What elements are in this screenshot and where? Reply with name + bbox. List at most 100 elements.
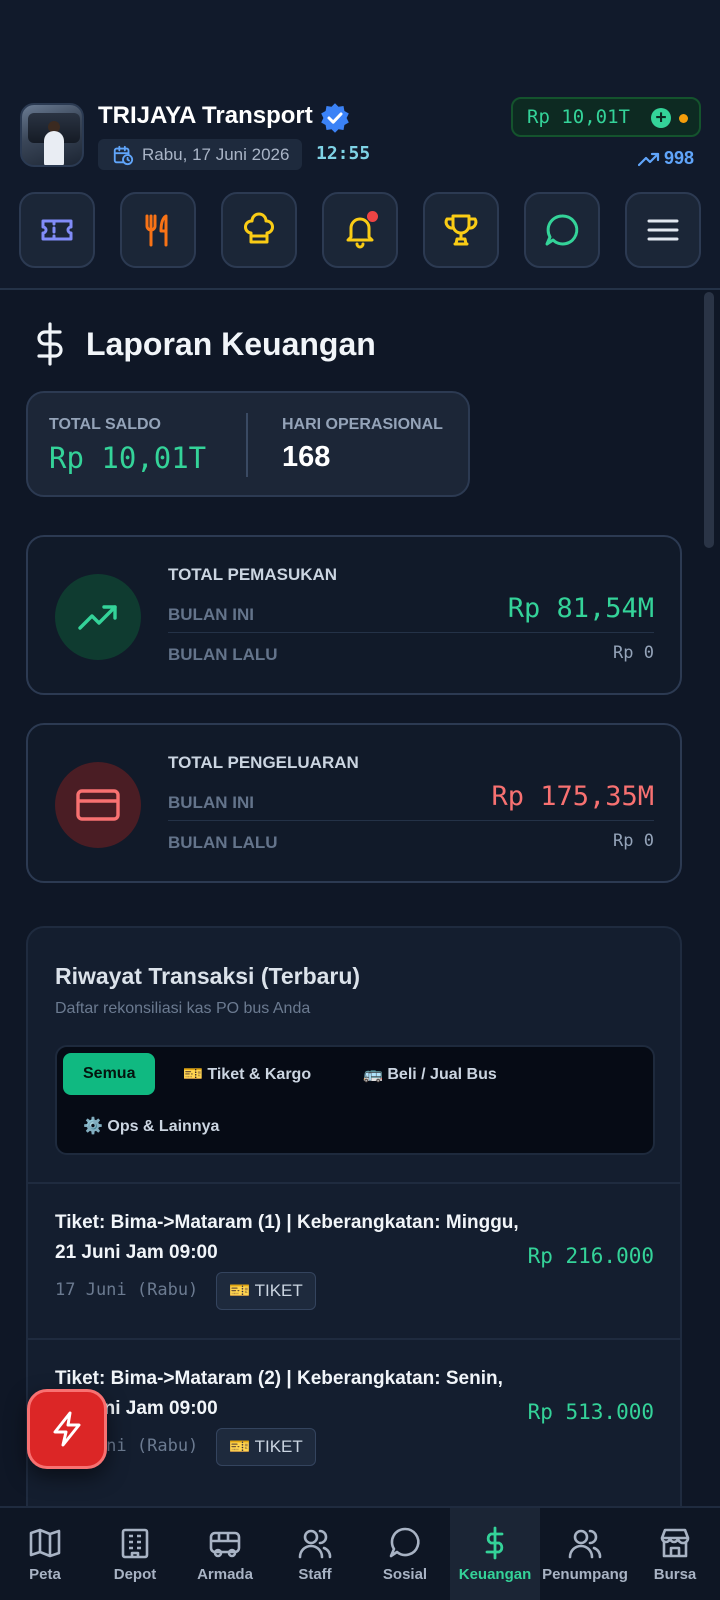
summary-card: TOTAL SALDO Rp 10,01T HARI OPERASIONAL 1… [26, 391, 470, 497]
transactions-title: Riwayat Transaksi (Terbaru) [55, 963, 361, 989]
hari-operasional-value: 168 [282, 441, 331, 473]
chat-icon [545, 214, 579, 246]
expense-icon-circle [55, 762, 141, 848]
expense-this-month-value: Rp 175,35M [491, 781, 654, 812]
transaction-badge: 🎫 TIKET [216, 1272, 316, 1310]
filter-buy-sell-bus[interactable]: 🚌 Beli / Jual Bus [363, 1053, 497, 1095]
verified-badge-icon [321, 103, 349, 133]
income-icon-circle [55, 574, 141, 660]
page-title: Laporan Keuangan [32, 322, 376, 366]
nav-depot[interactable]: Depot [90, 1508, 180, 1600]
scrollbar[interactable] [704, 292, 714, 548]
company-name: TRIJAYA Transport [98, 102, 313, 129]
hari-operasional-label: HARI OPERASIONAL [282, 416, 443, 433]
nav-label: Armada [197, 1566, 253, 1583]
main-content: Laporan Keuangan TOTAL SALDO Rp 10,01T H… [0, 292, 720, 1506]
income-this-month-value: Rp 81,54M [507, 593, 654, 624]
menu-icon [647, 219, 679, 241]
transaction-amount: Rp 216.000 [527, 1244, 654, 1268]
filter-all[interactable]: Semua [63, 1053, 156, 1095]
bottom-navigation: Peta Depot Armada Staff Sosial Keuangan [0, 1506, 720, 1600]
balance-value: Rp 10,01T [527, 106, 630, 128]
income-card: TOTAL PEMASUKAN BULAN INI Rp 81,54M BULA… [26, 535, 682, 695]
nav-label: Peta [29, 1566, 61, 1583]
trending-up-icon [638, 152, 660, 166]
filter-tabs: Semua 🎫 Tiket & Kargo 🚌 Beli / Jual Bus … [55, 1045, 655, 1155]
chat-button[interactable] [524, 192, 600, 268]
nav-bursa[interactable]: Bursa [630, 1508, 720, 1600]
filter-ticket-cargo[interactable]: 🎫 Tiket & Kargo [183, 1053, 311, 1095]
chat-icon [389, 1527, 420, 1558]
company-avatar[interactable] [20, 103, 84, 167]
passengers-icon [568, 1529, 602, 1559]
dollar-icon [485, 1526, 504, 1560]
expense-heading: TOTAL PENGELUARAN [168, 753, 359, 772]
income-last-month-label: BULAN LALU [168, 645, 278, 664]
income-this-month-label: BULAN INI [168, 605, 254, 624]
ticket-button[interactable] [19, 192, 95, 268]
total-saldo-value: Rp 10,01T [49, 441, 207, 475]
trophy-icon [444, 214, 478, 246]
ticket-icon [41, 219, 73, 241]
current-time: 12:55 [316, 143, 371, 164]
status-dot [679, 114, 688, 123]
summary-divider [246, 413, 248, 477]
transaction-row[interactable]: Tiket: Bima->Mataram (1) | Keberangkatan… [28, 1182, 680, 1338]
map-icon [29, 1528, 61, 1558]
income-divider [168, 632, 654, 633]
expense-divider [168, 820, 654, 821]
current-date: Rabu, 17 Juni 2026 [142, 144, 290, 164]
dollar-icon [37, 322, 63, 366]
trending-up-icon [78, 605, 117, 630]
transaction-amount: Rp 513.000 [527, 1400, 654, 1424]
page-title-text: Laporan Keuangan [86, 325, 376, 362]
calendar-clock-icon [113, 145, 134, 165]
balance-chip[interactable]: Rp 10,01T + [511, 97, 701, 137]
nav-label: Penumpang [542, 1566, 628, 1583]
transaction-row[interactable]: Tiket: Bima->Mataram (2) | Keberangkatan… [28, 1338, 680, 1494]
expense-this-month-label: BULAN INI [168, 793, 254, 812]
nav-armada[interactable]: Armada [180, 1508, 270, 1600]
nav-label: Sosial [382, 1566, 428, 1583]
income-heading: TOTAL PEMASUKAN [168, 565, 338, 584]
trend-value: 998 [664, 148, 695, 168]
quick-actions [19, 192, 701, 268]
notifications-button[interactable] [322, 192, 398, 268]
lightning-icon [53, 1411, 81, 1447]
chef-hat-icon [244, 212, 274, 244]
chef-button[interactable] [221, 192, 297, 268]
achievements-button[interactable] [423, 192, 499, 268]
add-balance-icon[interactable]: + [651, 108, 671, 128]
nav-label: Depot [113, 1566, 157, 1583]
transaction-description: Tiket: Bima->Mataram (2) | Keberangkatan… [55, 1368, 503, 1419]
date-chip: Rabu, 17 Juni 2026 [98, 139, 302, 170]
nav-label: Keuangan [458, 1566, 532, 1583]
filter-ops-others[interactable]: ⚙️ Ops & Lainnya [83, 1105, 219, 1147]
income-last-month-value: Rp 0 [613, 643, 654, 663]
restaurant-button[interactable] [120, 192, 196, 268]
nav-peta[interactable]: Peta [0, 1508, 90, 1600]
restaurant-icon [145, 214, 168, 247]
nav-penumpang[interactable]: Penumpang [540, 1508, 630, 1600]
building-icon [121, 1528, 149, 1559]
store-icon [660, 1528, 690, 1558]
app-header: TRIJAYA Transport Rabu, 17 Juni 2026 12:… [0, 0, 720, 290]
menu-button[interactable] [625, 192, 701, 268]
trend-indicator: 998 [638, 148, 694, 169]
nav-sosial[interactable]: Sosial [360, 1508, 450, 1600]
nav-label: Bursa [653, 1566, 697, 1583]
nav-keuangan[interactable]: Keuangan [450, 1508, 540, 1600]
nav-staff[interactable]: Staff [270, 1508, 360, 1600]
credit-card-icon [76, 789, 120, 821]
transactions-subtitle: Daftar rekonsiliasi kas PO bus Anda [55, 1000, 311, 1017]
expense-last-month-label: BULAN LALU [168, 833, 278, 852]
transaction-description: Tiket: Bima->Mataram (1) | Keberangkatan… [55, 1212, 519, 1263]
expense-last-month-value: Rp 0 [613, 831, 654, 851]
notification-alert-dot [367, 211, 378, 222]
transaction-badge: 🎫 TIKET [216, 1428, 316, 1466]
transaction-history-panel: Riwayat Transaksi (Terbaru) Daftar rekon… [26, 926, 682, 1506]
quick-action-fab[interactable] [27, 1389, 107, 1469]
total-saldo-label: TOTAL SALDO [49, 416, 161, 433]
transaction-date: 17 Juni (Rabu) [55, 1280, 199, 1300]
bus-icon [209, 1531, 241, 1558]
